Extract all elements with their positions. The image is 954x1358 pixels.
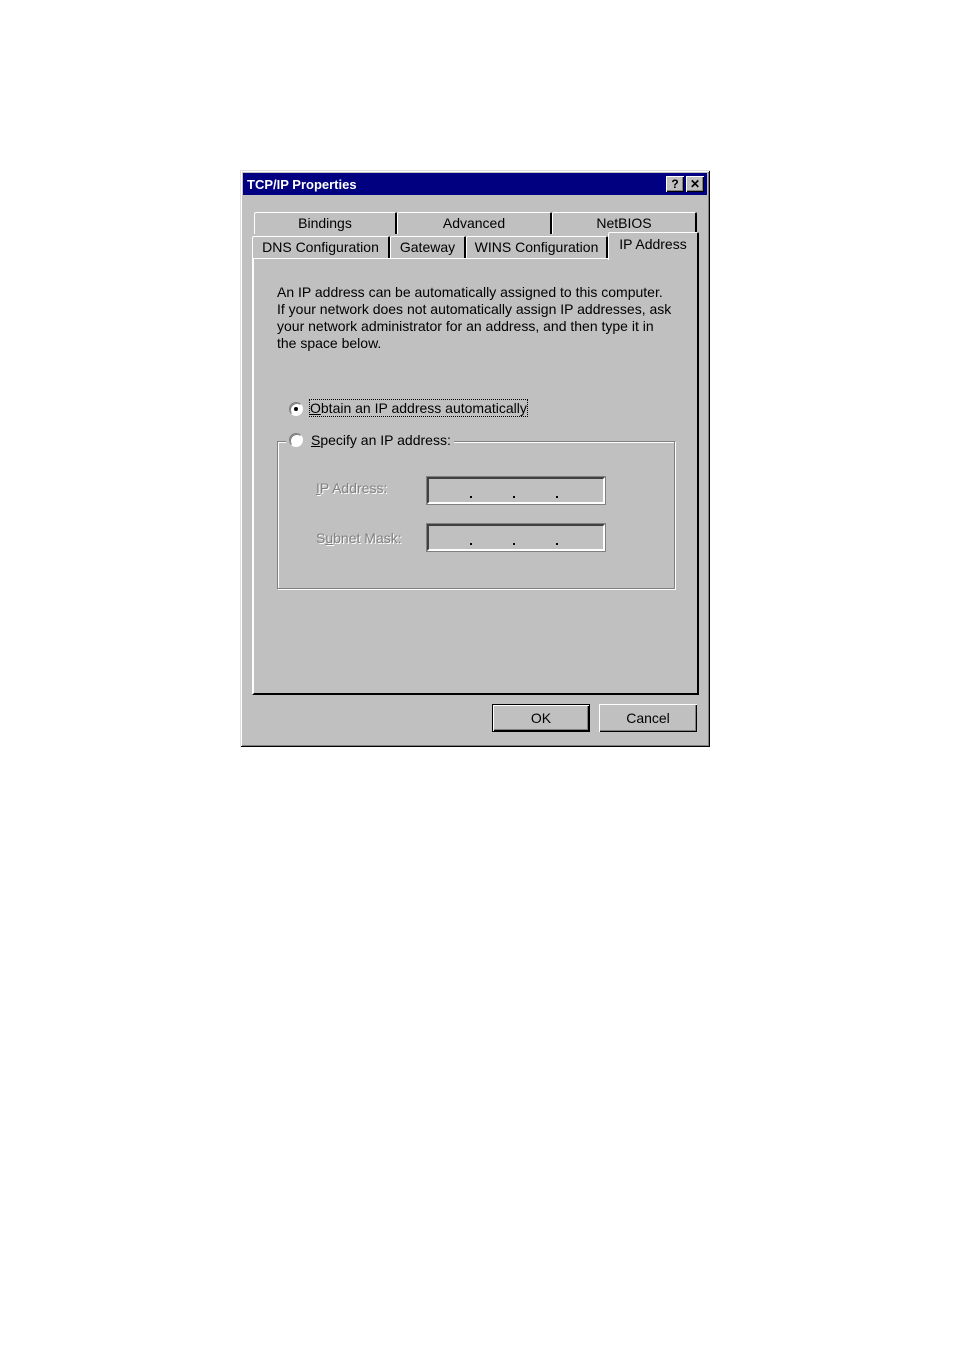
tab-gateway[interactable]: Gateway [390, 236, 466, 258]
tab-bindings[interactable]: Bindings [254, 212, 397, 234]
obtain-automatically-label[interactable]: Obtain an IP address automatically [309, 399, 528, 417]
tab-advanced[interactable]: Advanced [397, 212, 552, 234]
cancel-button[interactable]: Cancel [599, 704, 697, 732]
tab-wins-configuration[interactable]: WINS Configuration [466, 236, 608, 258]
ok-button[interactable]: OK [492, 704, 590, 732]
octet-separator [556, 496, 558, 498]
mnemonic: S [311, 432, 321, 448]
specify-ip-label[interactable]: Specify an IP address: [311, 432, 451, 448]
ip-octet-2[interactable] [474, 481, 512, 501]
label-text: bnet Mask: [333, 530, 402, 546]
specify-ip-groupbox [277, 441, 675, 589]
octet-separator [513, 543, 515, 545]
octet-separator [556, 543, 558, 545]
tab-label: Advanced [442, 215, 506, 231]
mask-octet-3[interactable] [517, 528, 555, 548]
close-button[interactable]: ✕ [686, 176, 704, 192]
description-line: the space below. [277, 335, 382, 351]
title-bar[interactable]: TCP/IP Properties ? ✕ [243, 173, 707, 195]
close-icon: ✕ [689, 177, 701, 191]
ip-address-label: IP Address: [316, 480, 387, 496]
label-text: pecify an IP address: [320, 432, 451, 448]
label-text: btain an IP address automatically [320, 400, 527, 416]
subnet-mask-label: Subnet Mask: [316, 530, 402, 546]
obtain-automatically-radio[interactable] [289, 402, 303, 416]
ip-octet-3[interactable] [517, 481, 555, 501]
octet-separator [470, 543, 472, 545]
mnemonic: u [325, 530, 334, 546]
label-text: P Address: [319, 480, 388, 496]
ip-octet-1[interactable] [431, 481, 469, 501]
mask-octet-4[interactable] [560, 528, 598, 548]
mnemonic: O [310, 400, 321, 416]
ip-octet-4[interactable] [560, 481, 598, 501]
help-icon: ? [671, 177, 679, 191]
tab-dns-configuration[interactable]: DNS Configuration [252, 236, 390, 258]
ip-address-input[interactable] [426, 476, 606, 505]
mask-octet-2[interactable] [474, 528, 512, 548]
radio-selected-dot [294, 407, 298, 411]
description-line: If your network does not automatically a… [277, 301, 672, 317]
window-title: TCP/IP Properties [247, 177, 357, 192]
mask-octet-1[interactable] [431, 528, 469, 548]
octet-separator [470, 496, 472, 498]
specify-ip-radio[interactable] [289, 433, 303, 447]
help-button[interactable]: ? [666, 176, 684, 192]
tab-label: Gateway [399, 239, 456, 255]
description-line: An IP address can be automatically assig… [277, 284, 663, 300]
description-text: An IP address can be automatically assig… [277, 284, 687, 352]
tab-label: NetBIOS [596, 215, 652, 231]
tab-label: DNS Configuration [262, 239, 379, 255]
tab-label: WINS Configuration [474, 239, 599, 255]
tab-label: Bindings [298, 215, 352, 231]
description-line: your network administrator for an addres… [277, 318, 654, 334]
tab-label: IP Address [619, 236, 687, 252]
tcpip-properties-dialog: TCP/IP Properties ? ✕ Bindings Advanced … [240, 170, 710, 747]
tab-ip-address[interactable]: IP Address [608, 232, 699, 260]
label-text: S [316, 530, 326, 546]
tab-netbios[interactable]: NetBIOS [552, 212, 697, 234]
subnet-mask-input[interactable] [426, 523, 606, 552]
octet-separator [513, 496, 515, 498]
